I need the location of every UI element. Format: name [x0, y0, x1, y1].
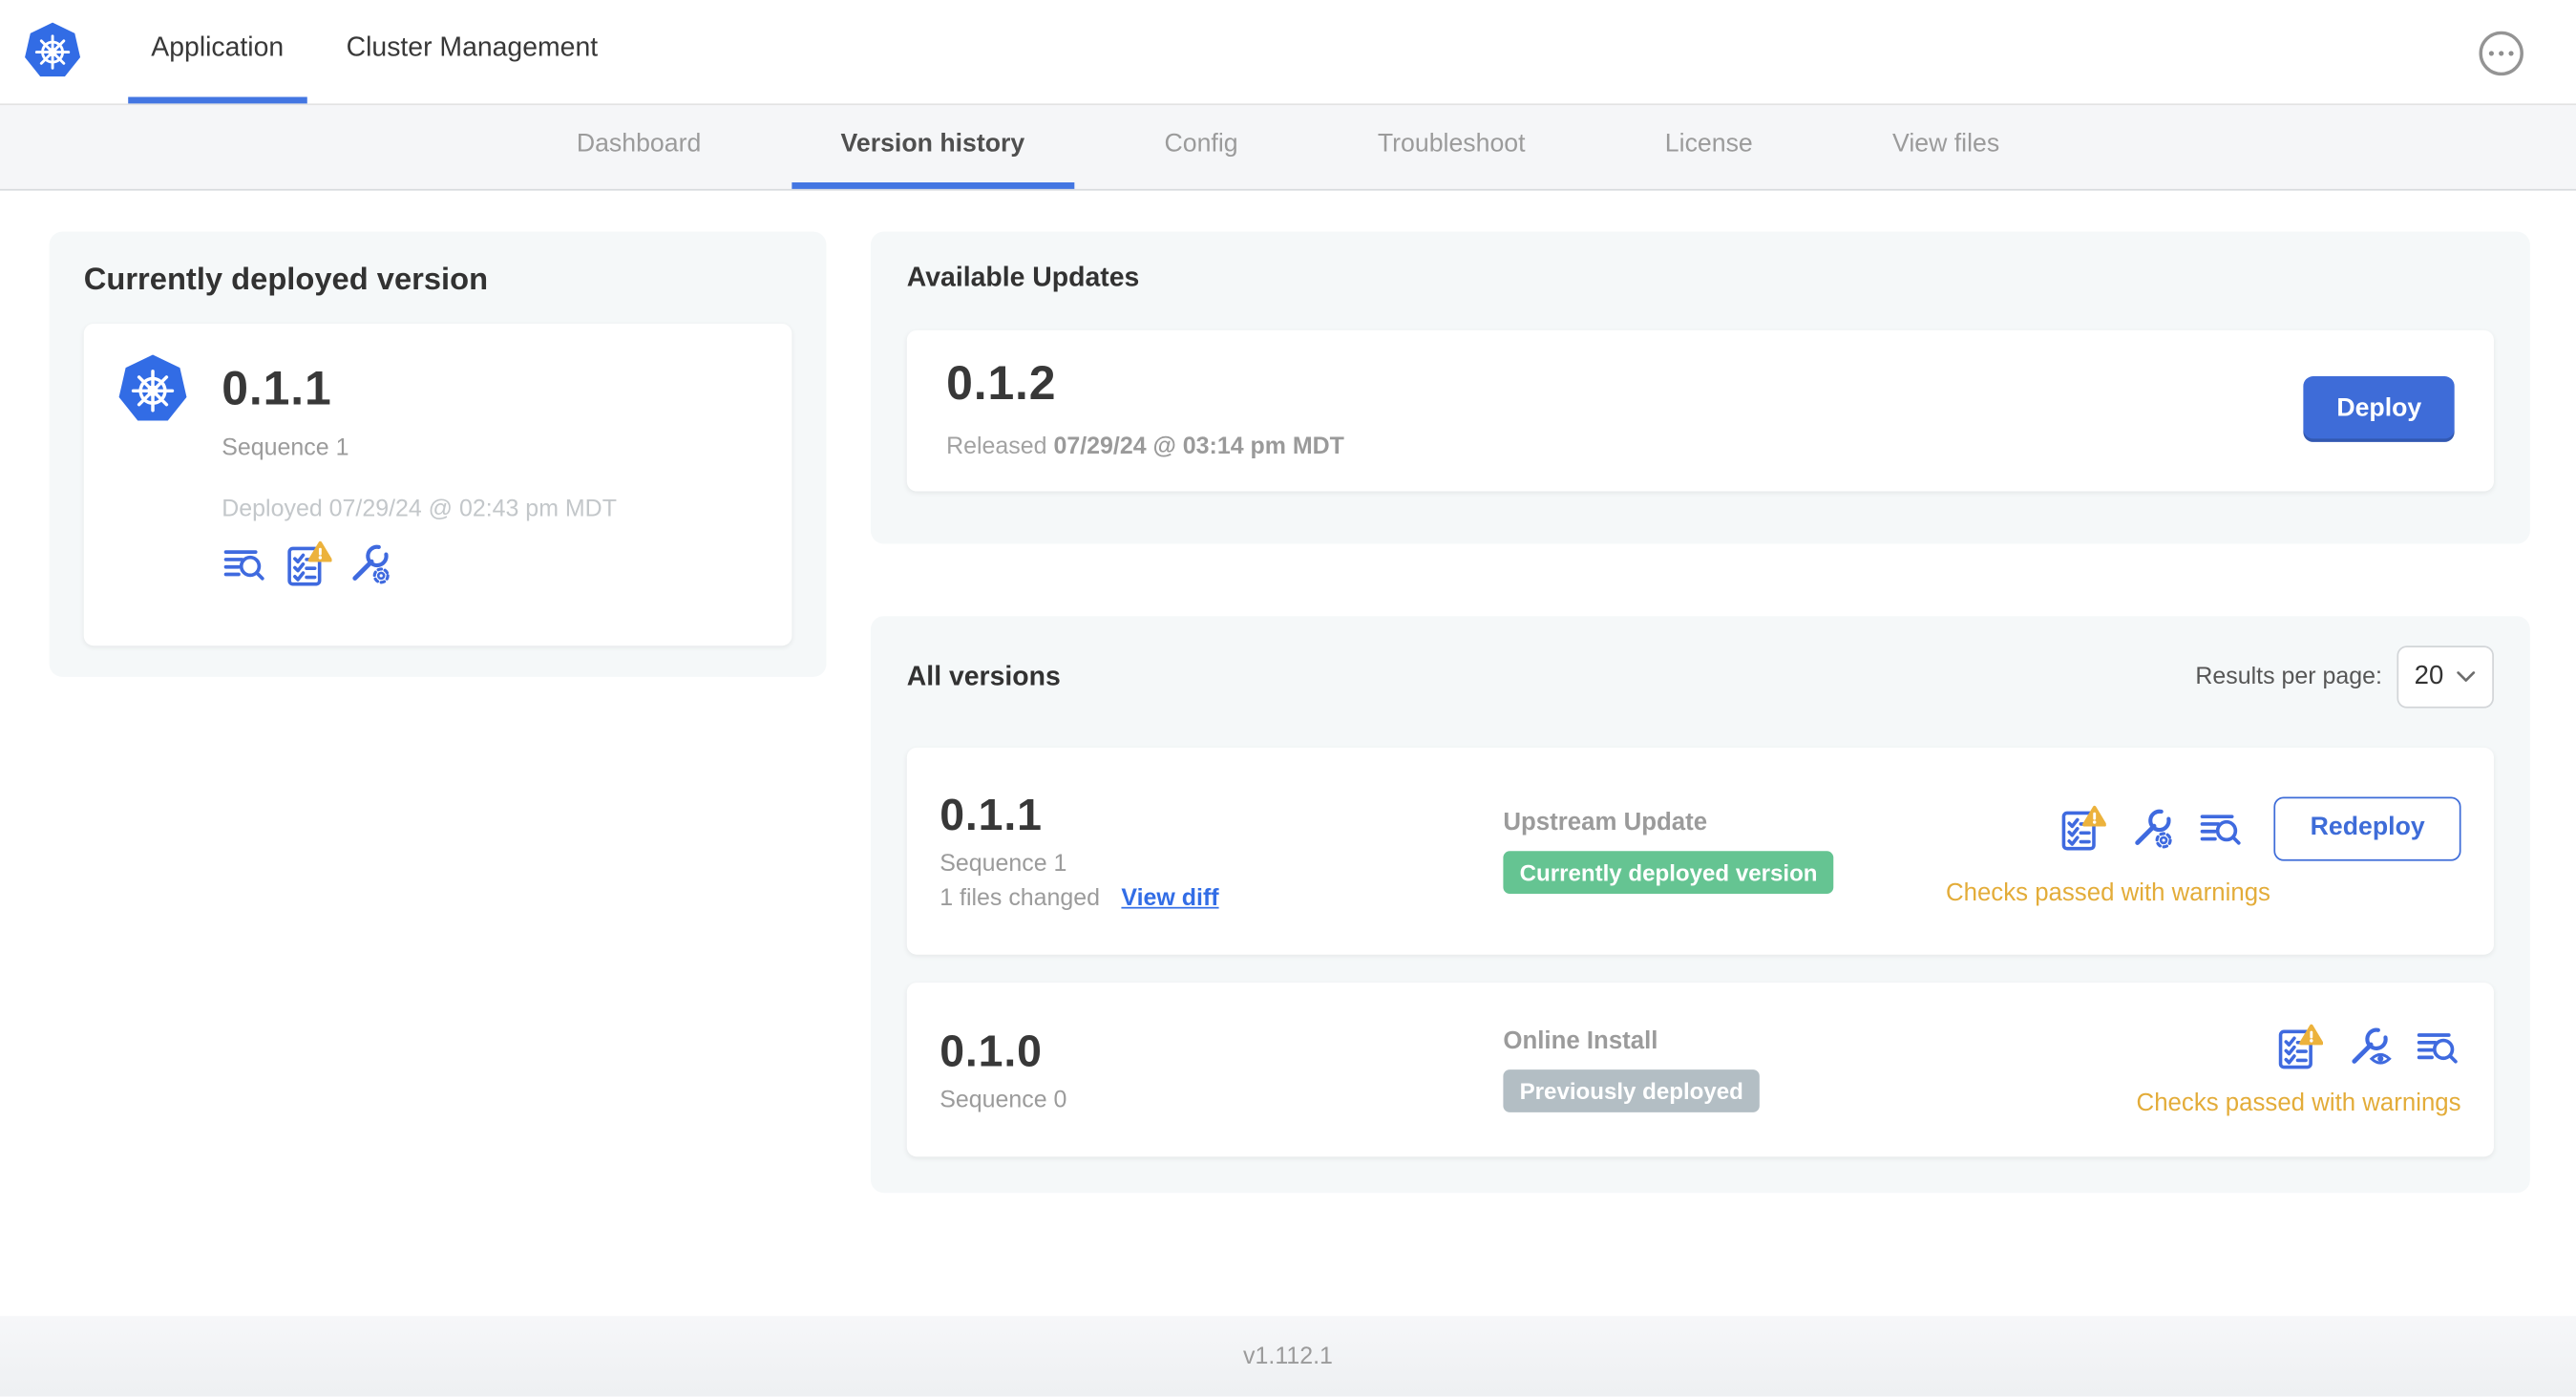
view-diff-link[interactable]: View diff: [1121, 885, 1218, 912]
chevron-down-icon: [2457, 670, 2477, 684]
available-updates-title: Available Updates: [906, 263, 1140, 293]
preflight-status-text: Checks passed with warnings: [2136, 1089, 2461, 1118]
version-source: Upstream Update: [1503, 808, 1708, 836]
update-released-timestamp: 07/29/24 @ 03:14 pm MDT: [1053, 434, 1344, 460]
version-row: 0.1.1 Sequence 1 1 files changed View di…: [906, 747, 2494, 955]
config-gear-icon[interactable]: [2129, 805, 2175, 851]
top-nav: Application Cluster Management: [128, 0, 622, 104]
preflight-warning-icon[interactable]: [283, 539, 332, 588]
subtab-config[interactable]: Config: [1115, 105, 1287, 189]
subtab-dashboard[interactable]: Dashboard: [527, 105, 750, 189]
version-source: Online Install: [1503, 1027, 1658, 1055]
status-badge: Currently deployed version: [1503, 851, 1834, 895]
deployed-version-number: 0.1.1: [222, 362, 332, 415]
version-row: 0.1.0 Sequence 0 Online Install Previous…: [906, 982, 2494, 1157]
results-per-page-label: Results per page:: [2195, 664, 2382, 690]
subtab-license[interactable]: License: [1615, 105, 1802, 189]
preflight-warning-icon[interactable]: [2058, 803, 2107, 853]
tab-application[interactable]: Application: [128, 0, 307, 104]
update-row: 0.1.2 Released 07/29/24 @ 03:14 pm MDT D…: [906, 329, 2494, 492]
all-versions-card: All versions Results per page: 20 0.1.1 …: [870, 616, 2530, 1194]
subtab-version-history[interactable]: Version history: [791, 105, 1074, 189]
deployed-version-card: 0.1.1 Sequence 1 Deployed 07/29/24 @ 02:…: [83, 323, 792, 646]
update-released-line: Released 07/29/24 @ 03:14 pm MDT: [946, 434, 1344, 460]
kubernetes-logo[interactable]: [23, 21, 82, 80]
config-view-icon[interactable]: [2346, 1024, 2392, 1069]
deployed-actions: [222, 539, 759, 588]
currently-deployed-title: Currently deployed version: [83, 263, 489, 298]
admin-console-page: Application Cluster Management Dashboard…: [0, 0, 2576, 1397]
right-column: Available Updates 0.1.2 Released 07/29/2…: [870, 231, 2530, 1194]
page-footer: v1.112.1: [0, 1316, 2576, 1397]
all-versions-title: All versions: [906, 661, 1061, 691]
preflight-status-text: Checks passed with warnings: [1945, 878, 2270, 906]
top-header: Application Cluster Management: [0, 0, 2576, 106]
deployed-timestamp: Deployed 07/29/24 @ 02:43 pm MDT: [222, 496, 617, 523]
update-version-number: 0.1.2: [946, 358, 1057, 412]
logs-icon[interactable]: [2199, 805, 2245, 851]
tab-cluster-management-label: Cluster Management: [346, 32, 599, 63]
currently-deployed-card: Currently deployed version 0.1.1 Sequenc…: [49, 231, 827, 677]
ellipsis-icon: [2488, 50, 2495, 56]
row-version-number: 0.1.0: [940, 1026, 1043, 1076]
row-sequence: Sequence 1: [940, 851, 1067, 878]
status-badge: Previously deployed: [1503, 1069, 1761, 1112]
app-kubernetes-icon: [116, 353, 189, 426]
results-per-page: Results per page: 20: [2195, 646, 2494, 709]
redeploy-button[interactable]: Redeploy: [2273, 795, 2461, 860]
console-version: v1.112.1: [1243, 1343, 1333, 1370]
config-gear-icon[interactable]: [347, 540, 392, 586]
main-content: Currently deployed version 0.1.1 Sequenc…: [0, 191, 2576, 1279]
preflight-warning-icon[interactable]: [2273, 1022, 2323, 1071]
available-updates-card: Available Updates 0.1.2 Released 07/29/2…: [870, 231, 2530, 544]
overflow-menu-button[interactable]: [2479, 31, 2523, 76]
app-subnav: Dashboard Version history Config Trouble…: [0, 105, 2576, 191]
subtab-view-files[interactable]: View files: [1843, 105, 2048, 189]
subtab-troubleshoot[interactable]: Troubleshoot: [1328, 105, 1574, 189]
logs-icon[interactable]: [222, 540, 267, 586]
tab-application-label: Application: [151, 32, 285, 63]
results-per-page-select[interactable]: 20: [2397, 646, 2494, 709]
deployed-sequence: Sequence 1: [222, 434, 349, 462]
row-version-number: 0.1.1: [940, 790, 1043, 840]
row-sequence: Sequence 0: [940, 1087, 1067, 1113]
files-changed: 1 files changed: [940, 885, 1101, 912]
deploy-button[interactable]: Deploy: [2303, 376, 2455, 442]
tab-cluster-management[interactable]: Cluster Management: [324, 0, 622, 103]
logs-icon[interactable]: [2415, 1024, 2460, 1069]
